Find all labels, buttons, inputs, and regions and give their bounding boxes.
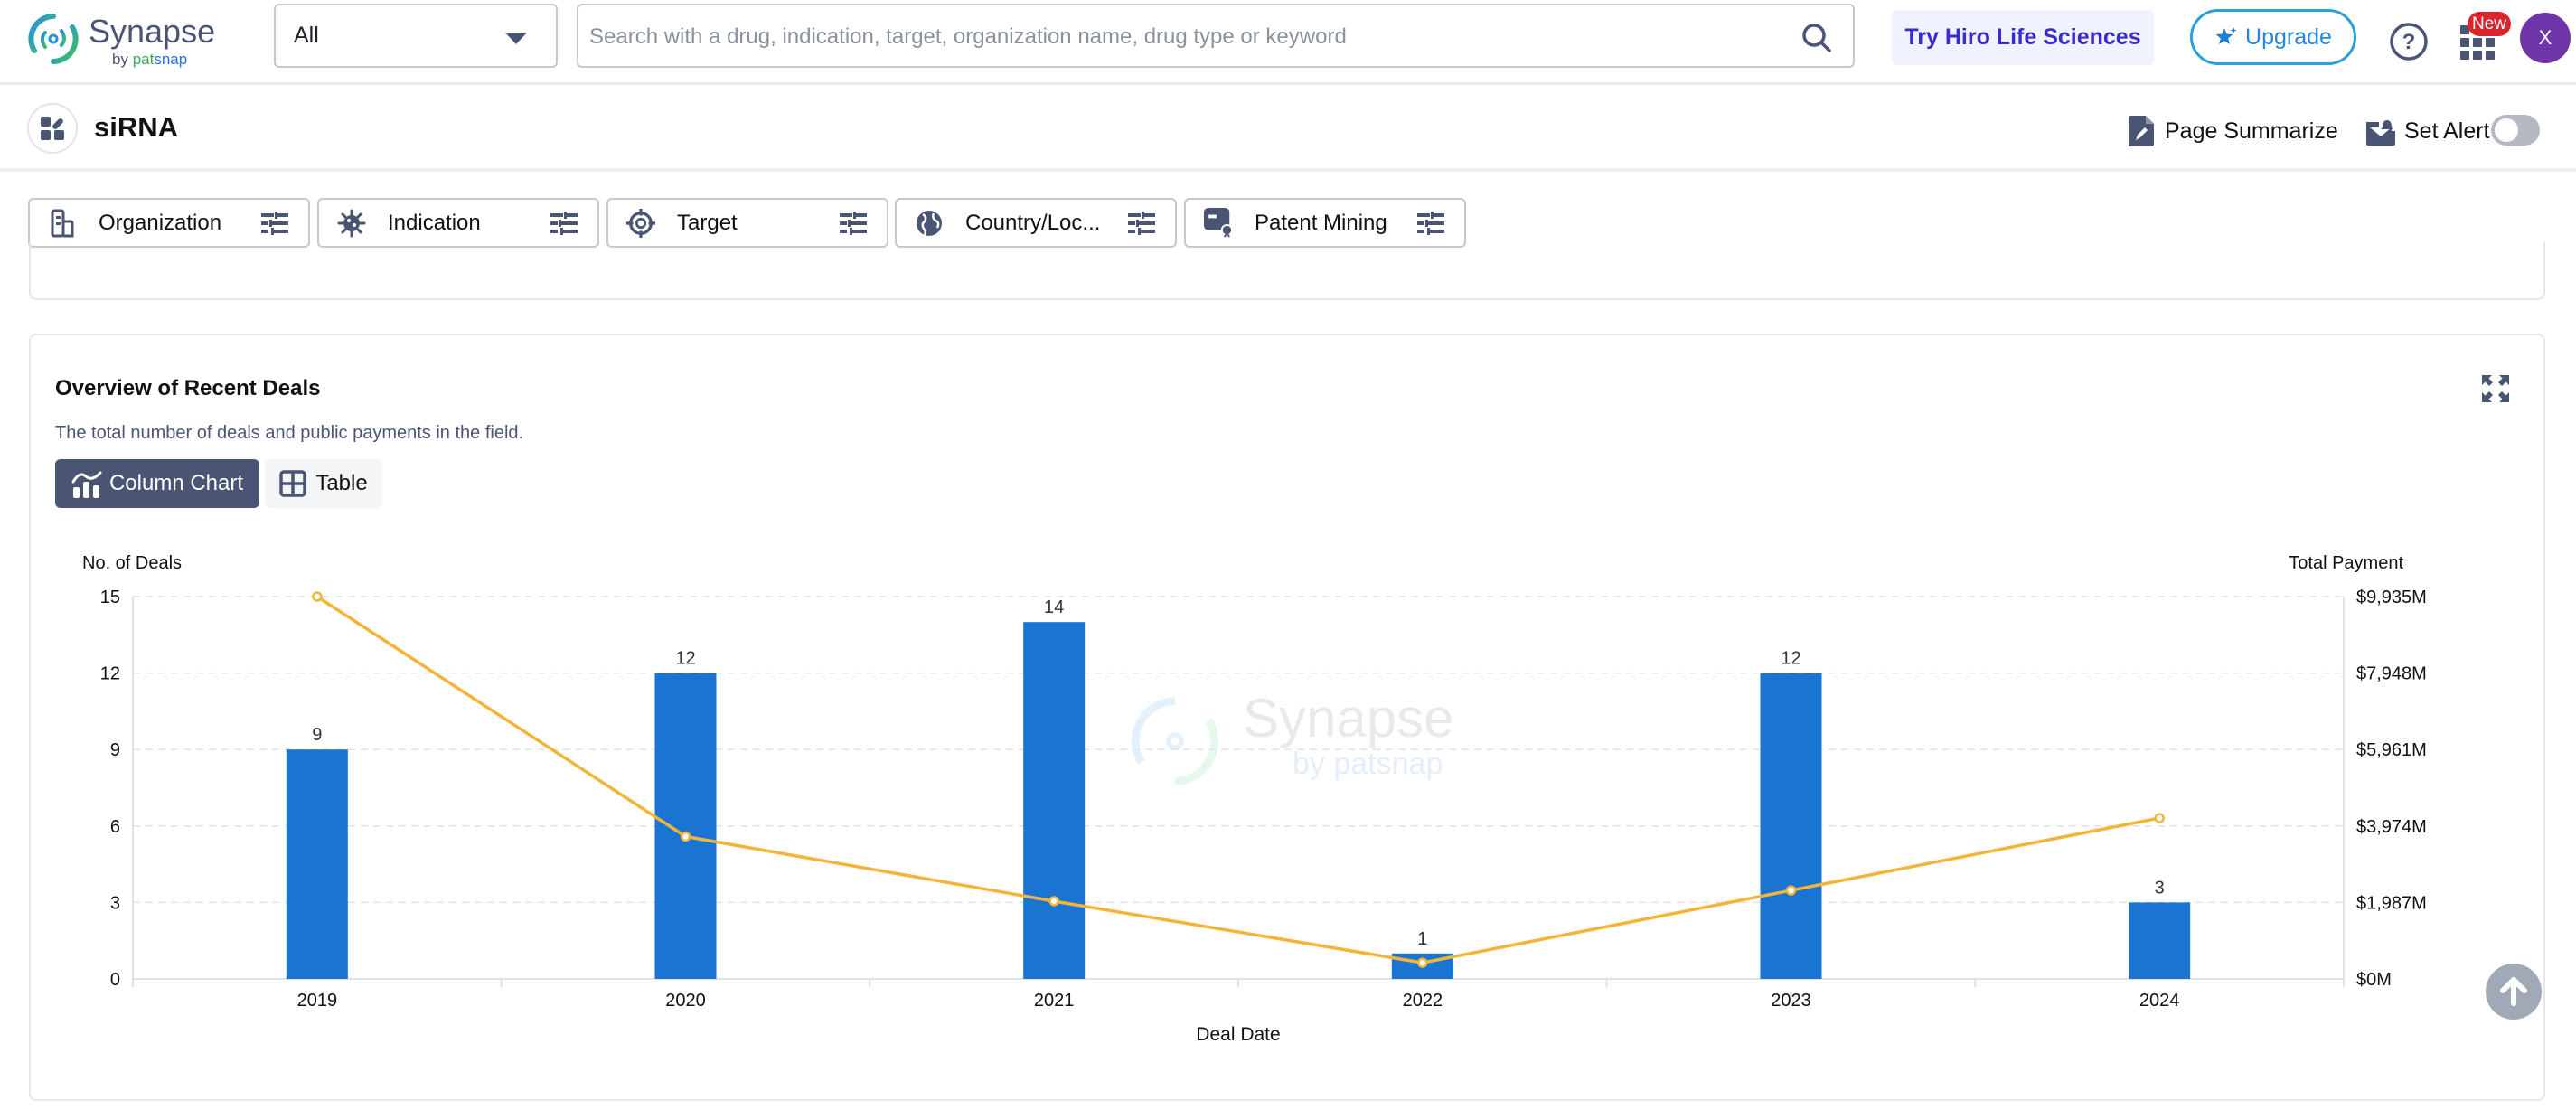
filter-label: Target	[677, 210, 738, 235]
expand-fullscreen-icon[interactable]	[2482, 375, 2509, 402]
synapse-logo-icon	[28, 14, 79, 64]
scroll-to-top-button[interactable]	[2486, 964, 2542, 1020]
pill-grid-icon	[41, 117, 64, 140]
globe-icon	[915, 209, 944, 238]
filter-organization[interactable]: Organization	[28, 198, 310, 248]
user-avatar[interactable]: X	[2520, 13, 2571, 63]
filter-label: Indication	[388, 210, 481, 235]
caret-down-icon	[505, 33, 527, 44]
svg-text:?: ?	[2402, 30, 2416, 54]
alert-mail-icon	[2366, 120, 2395, 146]
column-chart-icon	[71, 471, 102, 498]
page-summarize-button[interactable]: Page Summarize	[2129, 113, 2338, 149]
card-description: The total number of deals and public pay…	[55, 423, 524, 443]
recent-deals-card: Overview of Recent Deals The total numbe…	[29, 334, 2545, 1101]
toggle-knob	[2495, 118, 2518, 142]
search-scope-select[interactable]: All	[274, 4, 558, 68]
page-title: siRNA	[94, 111, 179, 143]
logo-wordmark: Synapse	[89, 13, 216, 50]
search-scope-value: All	[294, 23, 319, 48]
top-navigation-bar: Synapse by patsnap All Try Hiro Life Sci…	[0, 0, 2576, 85]
logo-snap-text: snap	[154, 51, 188, 68]
filter-settings-icon[interactable]	[261, 211, 288, 235]
filter-settings-icon[interactable]	[1128, 211, 1155, 235]
previous-section-card	[29, 242, 2545, 300]
search-icon[interactable]	[1800, 22, 1833, 54]
table-view-button[interactable]: Table	[265, 459, 382, 508]
card-title: Overview of Recent Deals	[55, 376, 321, 400]
logo-pat-text: pat	[132, 51, 155, 68]
filter-label: Patent Mining	[1255, 210, 1387, 235]
arrow-up-icon	[2500, 977, 2527, 1006]
page-summarize-label: Page Summarize	[2165, 118, 2338, 144]
filter-indication[interactable]: Indication	[317, 198, 599, 248]
synapse-logo[interactable]: Synapse by patsnap	[25, 11, 215, 69]
logo-by-text: by	[112, 51, 133, 68]
filter-patent-mining[interactable]: Patent Mining	[1184, 198, 1466, 248]
filter-settings-icon[interactable]	[550, 211, 578, 235]
filter-settings-icon[interactable]	[840, 211, 867, 235]
table-label: Table	[315, 471, 368, 495]
filter-label: Organization	[99, 210, 222, 235]
patent-icon	[1204, 207, 1233, 238]
virus-icon	[337, 209, 366, 238]
building-icon	[48, 209, 77, 238]
search-input[interactable]	[589, 14, 1764, 60]
filter-settings-icon[interactable]	[1417, 211, 1444, 235]
page-header: siRNA Page Summarize Set Alert	[0, 88, 2576, 172]
logo-byline: by patsnap	[112, 51, 187, 69]
sparkle-star-icon	[2215, 27, 2237, 44]
set-alert-button[interactable]: Set Alert	[2366, 113, 2490, 149]
filter-country-location[interactable]: Country/Loc...	[895, 198, 1177, 248]
upgrade-label: Upgrade	[2245, 24, 2332, 50]
set-alert-toggle[interactable]	[2491, 115, 2540, 146]
target-icon	[626, 208, 655, 238]
upgrade-button[interactable]: Upgrade	[2190, 9, 2356, 65]
set-alert-label: Set Alert	[2404, 118, 2490, 144]
column-chart-label: Column Chart	[108, 471, 244, 495]
help-icon[interactable]: ?	[2389, 22, 2429, 61]
try-hiro-button[interactable]: Try Hiro Life Sciences	[1892, 10, 2154, 65]
search-box[interactable]	[577, 4, 1855, 68]
drug-type-icon	[27, 103, 78, 154]
filter-target[interactable]: Target	[606, 198, 888, 248]
column-chart-view-button[interactable]: Column Chart	[55, 459, 259, 508]
new-badge: New	[2468, 12, 2511, 36]
filter-label: Country/Loc...	[965, 210, 1101, 235]
table-grid-icon	[279, 470, 307, 497]
document-edit-icon	[2129, 116, 2154, 146]
